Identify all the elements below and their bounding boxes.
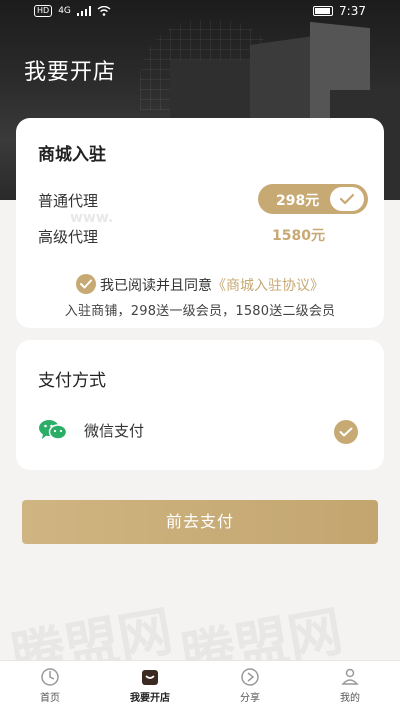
join-note: 入驻商铺，298送一级会员，1580送二级会员: [64, 304, 336, 319]
agreement-row[interactable]: 我已阅读并且同意《商城入驻协议》: [16, 274, 384, 295]
wechat-pay-check-icon[interactable]: [334, 420, 358, 444]
shop-icon: [140, 667, 160, 687]
payment-method-title: 支付方式: [38, 371, 106, 391]
option-basic-price: 298元: [276, 193, 320, 209]
bottom-tab-bar: 首页 我要开店 分享 我的: [0, 660, 400, 710]
signal-icon: [76, 6, 91, 16]
status-bar: HD 4G 7:37: [0, 0, 400, 24]
profile-icon: [340, 667, 360, 687]
agreement-check-icon[interactable]: [76, 274, 96, 294]
wifi-icon: [97, 6, 111, 16]
option-basic-price-selector[interactable]: 298元: [258, 184, 368, 214]
tab-home-label: 首页: [40, 693, 60, 704]
hd-indicator: HD: [34, 5, 53, 17]
share-icon: [240, 667, 260, 687]
store-join-title: 商城入驻: [38, 145, 106, 165]
page-title: 我要开店: [24, 60, 117, 85]
wechat-pay-label[interactable]: 微信支付: [84, 420, 144, 441]
check-icon: [330, 187, 364, 211]
clock: 7:37: [339, 4, 366, 18]
tab-share[interactable]: 分享: [200, 661, 300, 710]
banner-building: [170, 60, 250, 120]
battery-icon: [313, 6, 334, 16]
agreement-link[interactable]: 《商城入驻协议》: [212, 278, 324, 294]
agreement-text: 我已阅读并且同意: [100, 278, 212, 294]
tab-profile[interactable]: 我的: [300, 661, 400, 710]
home-icon: [40, 667, 60, 687]
wechat-icon: [38, 418, 68, 442]
option-label-basic[interactable]: 普通代理: [38, 190, 98, 211]
tab-profile-label: 我的: [340, 693, 360, 704]
option-advanced-price[interactable]: 1580元: [272, 225, 325, 245]
network-indicator: 4G: [58, 6, 71, 16]
payment-method-card: 支付方式 微信支付: [16, 340, 384, 470]
option-label-advanced[interactable]: 高级代理: [38, 226, 98, 247]
tab-home[interactable]: 首页: [0, 661, 100, 710]
tab-open-store-label: 我要开店: [130, 693, 170, 704]
tab-open-store[interactable]: 我要开店: [100, 661, 200, 710]
pay-button[interactable]: 前去支付: [22, 500, 378, 544]
tab-share-label: 分享: [240, 693, 260, 704]
store-join-card: 商城入驻 普通代理 298元 高级代理 1580元 我已阅读并且同意《商城入驻协…: [16, 118, 384, 328]
